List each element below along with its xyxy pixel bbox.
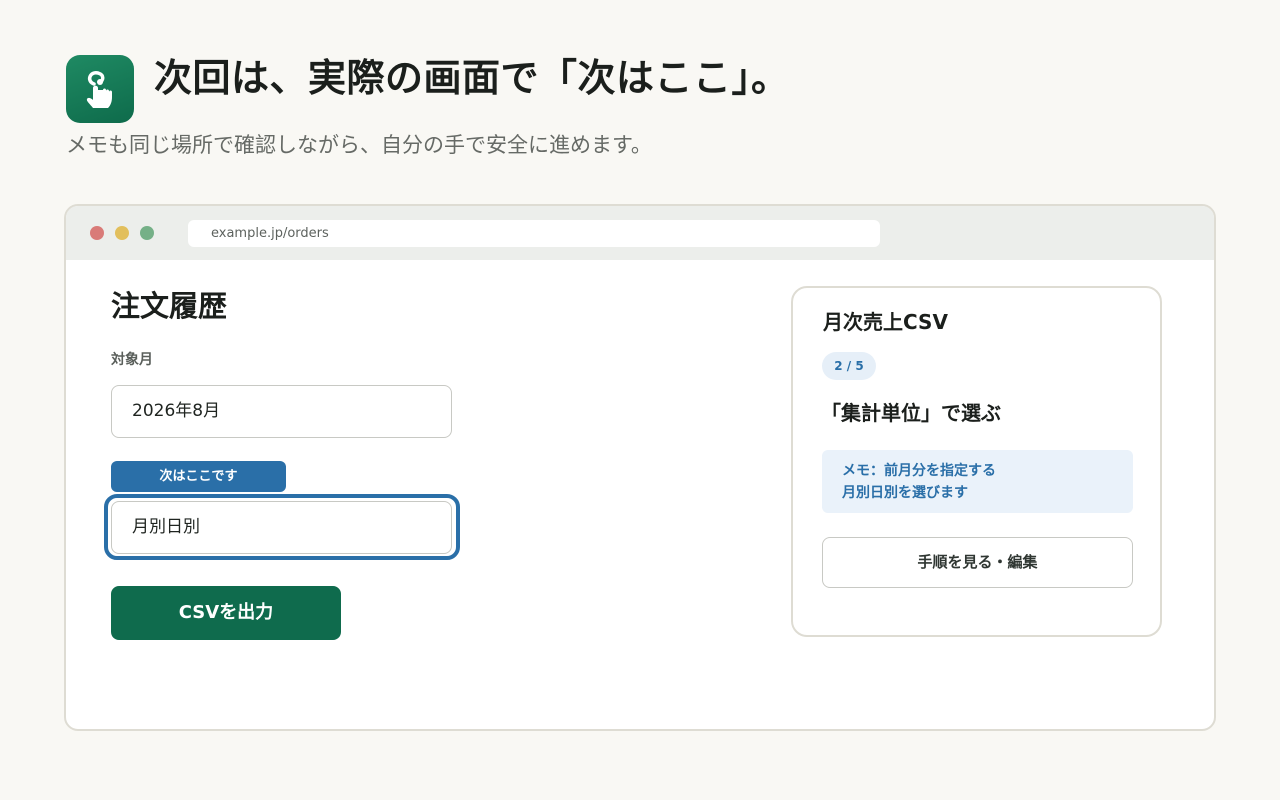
memo-line-2: 月別日別を選びます: [842, 485, 968, 501]
maximize-window-icon[interactable]: [140, 226, 154, 240]
memo-box: メモ：前月分を指定する 月別日別を選びます: [822, 450, 1133, 513]
browser-titlebar: example.jp/orders: [66, 206, 1214, 260]
view-edit-steps-button[interactable]: 手順を見る・編集: [822, 537, 1133, 588]
month-field[interactable]: 2026年8月: [111, 385, 452, 438]
aggregation-unit-field[interactable]: 月別日別: [111, 501, 452, 554]
browser-window: example.jp/orders 注文履歴 対象月 2026年8月 次はここで…: [64, 204, 1216, 731]
close-window-icon[interactable]: [90, 226, 104, 240]
tap-hand-icon: [66, 55, 134, 123]
address-bar[interactable]: example.jp/orders: [188, 220, 880, 247]
hero-subtitle: メモも同じ場所で確認しながら、自分の手で安全に進めます。: [66, 133, 652, 157]
guide-panel: 月次売上CSV 2 / 5 「集計単位」で選ぶ メモ：前月分を指定する 月別日別…: [791, 286, 1162, 637]
hero-title: 次回は、実際の画面で「次はここ」。: [154, 56, 790, 100]
minimize-window-icon[interactable]: [115, 226, 129, 240]
step-instruction: 「集計単位」で選ぶ: [821, 401, 1001, 425]
month-label: 対象月: [111, 352, 153, 368]
page-title: 注文履歴: [111, 289, 228, 323]
export-csv-button[interactable]: CSVを出力: [111, 586, 341, 640]
step-badge: 2 / 5: [822, 352, 876, 380]
memo-line-1: メモ：前月分を指定する: [842, 463, 996, 479]
next-step-tag: 次はここです: [111, 461, 286, 492]
guide-title: 月次売上CSV: [823, 310, 948, 334]
